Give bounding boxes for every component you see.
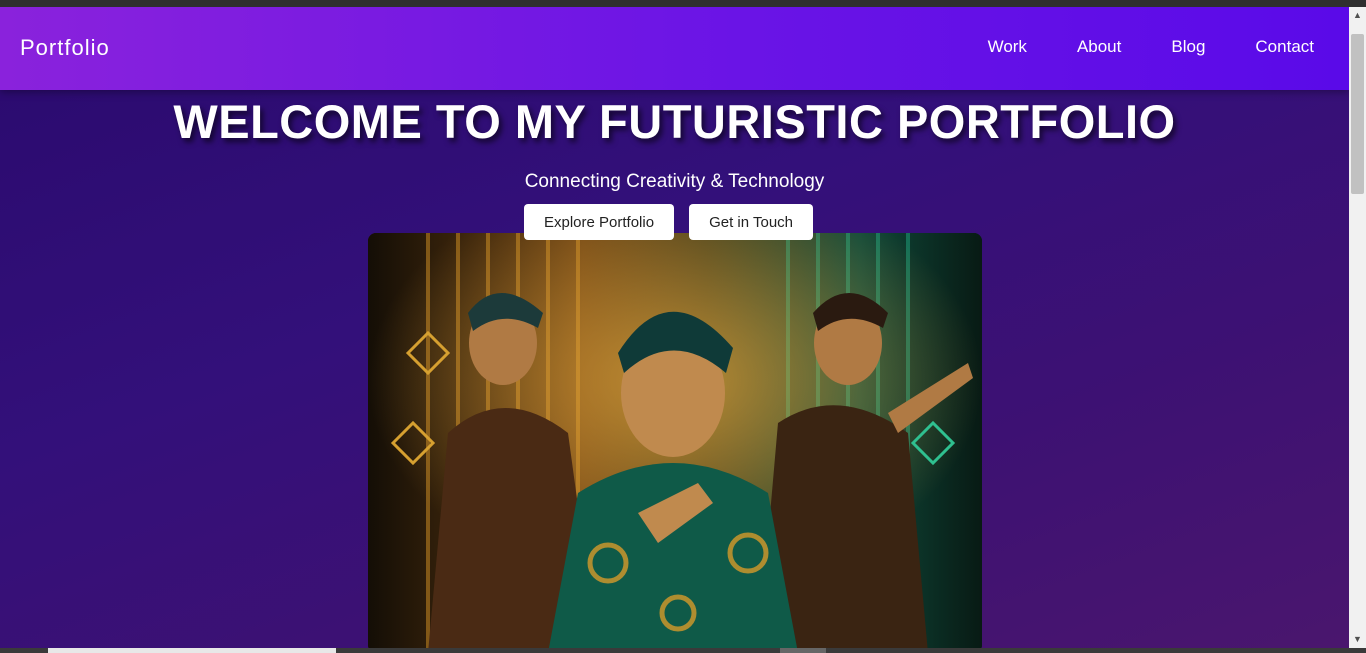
nav-link-work[interactable]: Work: [988, 37, 1027, 57]
get-in-touch-button[interactable]: Get in Touch: [689, 204, 814, 240]
nav-link-contact[interactable]: Contact: [1255, 37, 1314, 57]
explore-portfolio-button[interactable]: Explore Portfolio: [524, 204, 675, 240]
nav-links: Work About Blog Contact: [988, 37, 1314, 57]
taskbar-strip: [0, 648, 1366, 653]
hero-artwork-image: [368, 233, 982, 648]
taskbar-segment: [48, 648, 336, 653]
brand-logo[interactable]: Portfolio: [20, 35, 110, 61]
artwork-illustration: [368, 233, 982, 648]
hero-title: WELCOME TO MY FUTURISTIC PORTFOLIO: [173, 95, 1176, 148]
vertical-scrollbar[interactable]: ▲ ▼: [1349, 7, 1366, 648]
scrollbar-thumb[interactable]: [1351, 34, 1364, 194]
nav-link-about[interactable]: About: [1077, 37, 1121, 57]
page-viewport: Portfolio Work About Blog Contact WELCOM…: [0, 7, 1349, 648]
window-top-border: [0, 0, 1366, 7]
scroll-down-arrow-icon[interactable]: ▼: [1349, 631, 1366, 648]
hero-buttons: Explore Portfolio Get in Touch: [524, 204, 814, 240]
taskbar-segment: [780, 648, 826, 653]
navbar: Portfolio Work About Blog Contact: [0, 7, 1349, 90]
hero-subtitle: Connecting Creativity & Technology: [524, 171, 825, 192]
nav-link-blog[interactable]: Blog: [1171, 37, 1205, 57]
scroll-up-arrow-icon[interactable]: ▲: [1349, 7, 1366, 24]
